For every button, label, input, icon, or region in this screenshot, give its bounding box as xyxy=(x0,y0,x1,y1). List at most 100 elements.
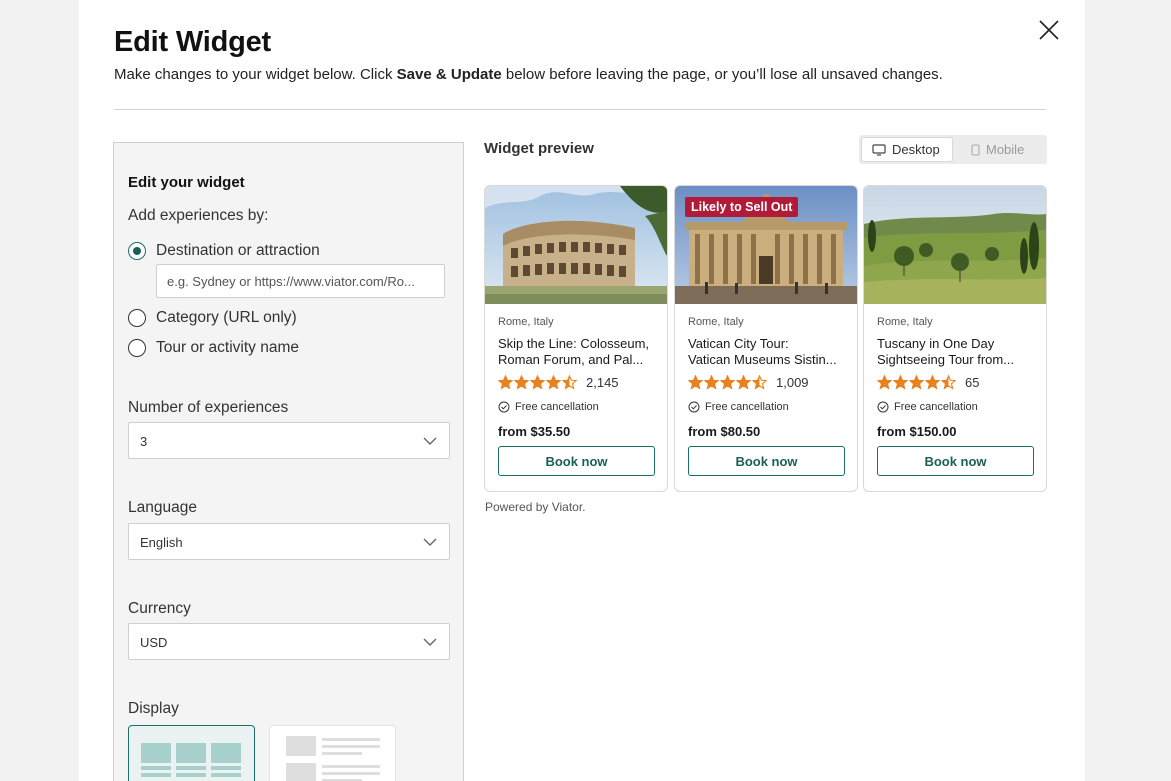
card-title-line: Vatican City Tour: xyxy=(688,336,789,351)
star-icon xyxy=(546,375,562,390)
destination-input[interactable] xyxy=(156,264,445,298)
subtitle-bold: Save & Update xyxy=(396,66,502,83)
device-toggle: Desktop Mobile xyxy=(859,135,1047,164)
phone-icon xyxy=(971,143,980,156)
currency-select[interactable]: USD xyxy=(128,623,450,660)
star-rating: 65 xyxy=(877,375,979,390)
card-price: from $80.50 xyxy=(688,424,761,439)
card-title[interactable]: Skip the Line: Colosseum, Roman Forum, a… xyxy=(498,336,658,368)
star-icon xyxy=(736,375,752,390)
star-icon xyxy=(688,375,704,390)
card-location: Rome, Italy xyxy=(498,316,554,328)
star-icon xyxy=(498,375,514,390)
select-value: USD xyxy=(140,635,168,650)
grid-layout-icon xyxy=(141,743,241,777)
number-of-experiences-label: Number of experiences xyxy=(128,399,289,416)
card-title-line: Vatican Museums Sistin... xyxy=(688,352,837,367)
experience-card[interactable]: Likely to Sell Out Rome, Italy Vatican C… xyxy=(674,185,858,492)
card-price: from $35.50 xyxy=(498,424,571,439)
card-title-line: Tuscany in One Day xyxy=(877,336,995,351)
book-now-button[interactable]: Book now xyxy=(877,446,1034,476)
star-icon xyxy=(514,375,530,390)
star-icon xyxy=(720,375,736,390)
star-rating: 2,145 xyxy=(498,375,619,390)
language-label: Language xyxy=(128,499,197,516)
experience-card[interactable]: Rome, Italy Skip the Line: Colosseum, Ro… xyxy=(484,185,668,492)
review-count: 1,009 xyxy=(776,375,809,390)
star-rating: 1,009 xyxy=(688,375,809,390)
cancellation-text: Free cancellation xyxy=(515,401,599,413)
display-label: Display xyxy=(128,700,179,717)
subtitle-text: Make changes to your widget below. Click xyxy=(114,66,397,83)
book-now-button[interactable]: Book now xyxy=(688,446,845,476)
card-title[interactable]: Vatican City Tour: Vatican Museums Sisti… xyxy=(688,336,848,368)
star-icon xyxy=(530,375,546,390)
subtitle-text-end: below before leaving the page, or you’ll… xyxy=(501,66,943,83)
radio-destination[interactable]: Destination or attraction xyxy=(128,242,320,260)
star-half-icon xyxy=(562,375,578,390)
radio-button[interactable] xyxy=(128,339,146,357)
page-subtitle: Make changes to your widget below. Click… xyxy=(114,66,943,83)
star-icon xyxy=(893,375,909,390)
book-now-button[interactable]: Book now xyxy=(498,446,655,476)
chevron-down-icon xyxy=(423,436,437,446)
likely-to-sell-out-badge: Likely to Sell Out xyxy=(685,197,799,217)
review-count: 2,145 xyxy=(586,375,619,390)
free-cancellation: Free cancellation xyxy=(877,401,978,413)
experience-card[interactable]: Rome, Italy Tuscany in One Day Sightseei… xyxy=(863,185,1047,492)
mobile-label: Mobile xyxy=(986,142,1025,157)
radio-button[interactable] xyxy=(128,309,146,327)
mobile-toggle-button[interactable]: Mobile xyxy=(959,137,1045,162)
select-value: 3 xyxy=(140,434,148,449)
desktop-label: Desktop xyxy=(892,142,940,157)
star-icon xyxy=(909,375,925,390)
edit-widget-modal: Edit Widget Make changes to your widget … xyxy=(79,0,1085,781)
star-icon xyxy=(877,375,893,390)
radio-tour-name[interactable]: Tour or activity name xyxy=(128,339,299,357)
check-circle-icon xyxy=(688,401,700,413)
display-grid-option[interactable] xyxy=(128,725,255,781)
powered-by-text: Powered by Viator. xyxy=(485,500,586,514)
card-title-line: Skip the Line: Colosseum, xyxy=(498,336,650,351)
radio-category[interactable]: Category (URL only) xyxy=(128,309,297,327)
star-icon xyxy=(925,375,941,390)
panel-heading: Edit your widget xyxy=(128,174,245,191)
select-value: English xyxy=(140,535,183,550)
cancellation-text: Free cancellation xyxy=(705,401,789,413)
free-cancellation: Free cancellation xyxy=(688,401,789,413)
radio-label: Category (URL only) xyxy=(156,309,297,326)
star-half-icon xyxy=(752,375,768,390)
check-circle-icon xyxy=(498,401,510,413)
close-icon[interactable] xyxy=(1037,18,1061,42)
cancellation-text: Free cancellation xyxy=(894,401,978,413)
colosseum-image xyxy=(485,186,667,304)
radio-button-checked[interactable] xyxy=(128,242,146,260)
card-location: Rome, Italy xyxy=(877,316,933,328)
card-price: from $150.00 xyxy=(877,424,957,439)
chevron-down-icon xyxy=(423,537,437,547)
monitor-icon xyxy=(872,143,886,156)
star-half-icon xyxy=(941,375,957,390)
card-location: Rome, Italy xyxy=(688,316,744,328)
card-title[interactable]: Tuscany in One Day Sightseeing Tour from… xyxy=(877,336,1037,368)
star-icon xyxy=(704,375,720,390)
page-title: Edit Widget xyxy=(114,26,272,58)
edit-panel: Edit your widget Add experiences by: Des… xyxy=(113,142,464,781)
add-experiences-label: Add experiences by: xyxy=(128,207,269,224)
free-cancellation: Free cancellation xyxy=(498,401,599,413)
display-list-option[interactable] xyxy=(269,725,396,781)
desktop-toggle-button[interactable]: Desktop xyxy=(861,137,953,162)
divider xyxy=(114,109,1046,110)
radio-label: Destination or attraction xyxy=(156,242,320,259)
radio-label: Tour or activity name xyxy=(156,339,299,356)
card-title-line: Roman Forum, and Pal... xyxy=(498,352,644,367)
chevron-down-icon xyxy=(423,637,437,647)
language-select[interactable]: English xyxy=(128,523,450,560)
card-title-line: Sightseeing Tour from... xyxy=(877,352,1015,367)
tuscany-image xyxy=(864,186,1046,304)
currency-label: Currency xyxy=(128,600,191,617)
check-circle-icon xyxy=(877,401,889,413)
review-count: 65 xyxy=(965,375,980,390)
widget-preview-title: Widget preview xyxy=(484,140,594,157)
number-of-experiences-select[interactable]: 3 xyxy=(128,422,450,459)
